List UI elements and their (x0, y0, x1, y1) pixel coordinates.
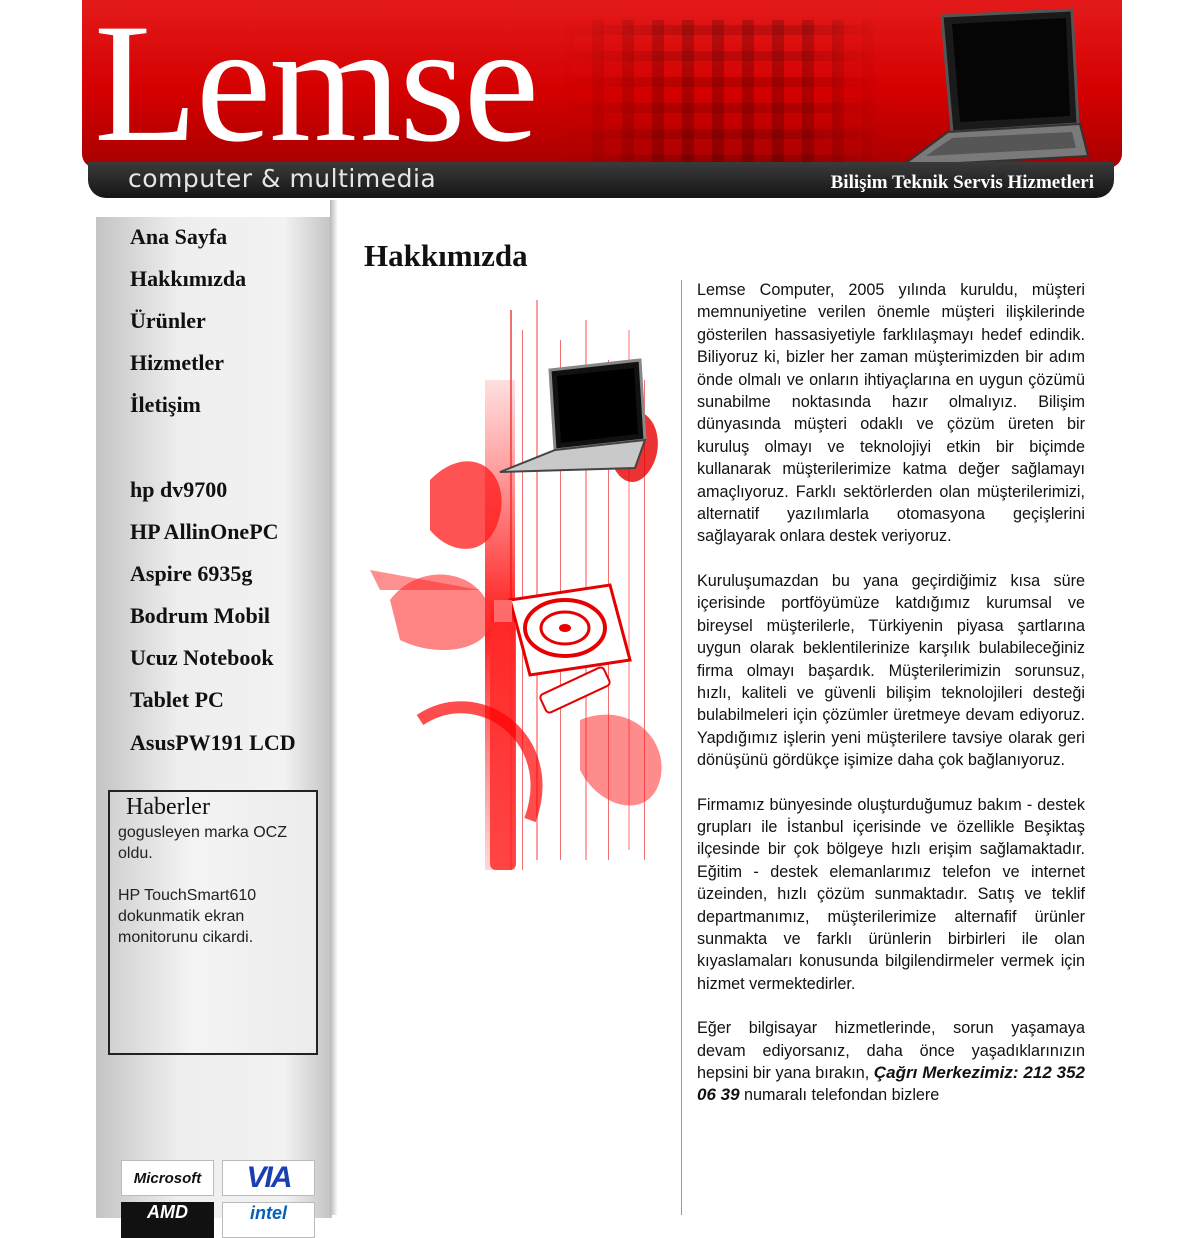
laptop-icon (499, 358, 647, 473)
page-title: Hakkımızda (364, 238, 528, 273)
product-link-tablet-pc[interactable]: Tablet PC (130, 687, 224, 713)
news-item[interactable]: gogusleyen marka OCZ oldu. (118, 822, 308, 864)
intel-logo[interactable]: intel (222, 1202, 315, 1238)
nav-item-hakkimizda[interactable]: Hakkımızda (130, 266, 246, 292)
product-link-aspire-6935g[interactable]: Aspire 6935g (130, 561, 252, 587)
header-pixel-pattern (562, 20, 882, 165)
news-title: Haberler (126, 794, 210, 820)
via-logo[interactable]: VIA (222, 1160, 315, 1196)
news-item[interactable]: HP TouchSmart610 dokunmatik ekran monito… (118, 885, 308, 948)
news-box: Haberler gogusleyen marka OCZ oldu. HP T… (108, 790, 318, 1055)
product-link-bodrum-mobil[interactable]: Bodrum Mobil (130, 603, 270, 629)
nav-item-iletisim[interactable]: İletişim (130, 392, 201, 418)
product-link-asuspw191-lcd[interactable]: AsusPW191 LCD (130, 730, 296, 756)
amd-logo[interactable]: AMD (121, 1202, 214, 1238)
site-tagline: computer & multimedia (128, 164, 437, 193)
site-logo[interactable]: Lemse (94, 0, 539, 168)
product-link-ucuz-notebook[interactable]: Ucuz Notebook (130, 645, 274, 671)
about-paragraph: Firmamız bünyesinde oluşturduğumuz bakım… (697, 795, 1085, 993)
about-content: Lemse Computer, 2005 yılında kuruldu, mü… (697, 279, 1085, 1129)
turntable-icon (508, 583, 632, 677)
nav-item-ana-sayfa[interactable]: Ana Sayfa (130, 224, 227, 250)
laptop-icon (898, 8, 1090, 168)
sidebar-divider (330, 200, 338, 1215)
microsoft-logo[interactable]: Microsoft (121, 1160, 214, 1196)
site-header: Lemse computer & multimedia Bilişim Tekn… (82, 0, 1122, 202)
product-link-hp-dv9700[interactable]: hp dv9700 (130, 477, 227, 503)
nav-item-hizmetler[interactable]: Hizmetler (130, 350, 224, 376)
promo-artwork (370, 300, 662, 870)
about-paragraph: Kuruluşumazdan bu yana geçirdiğimiz kısa… (697, 571, 1085, 770)
content-divider (681, 280, 682, 1215)
about-paragraph: Eğer bilgisayar hizmetlerinde, sorun yaş… (697, 1019, 1085, 1105)
about-paragraph: Lemse Computer, 2005 yılında kuruldu, mü… (697, 281, 1085, 546)
product-link-hp-allinonepc[interactable]: HP AllinOnePC (130, 519, 279, 545)
nav-item-urunler[interactable]: Ürünler (130, 308, 206, 334)
service-title: Bilişim Teknik Servis Hizmetleri (830, 172, 1094, 193)
